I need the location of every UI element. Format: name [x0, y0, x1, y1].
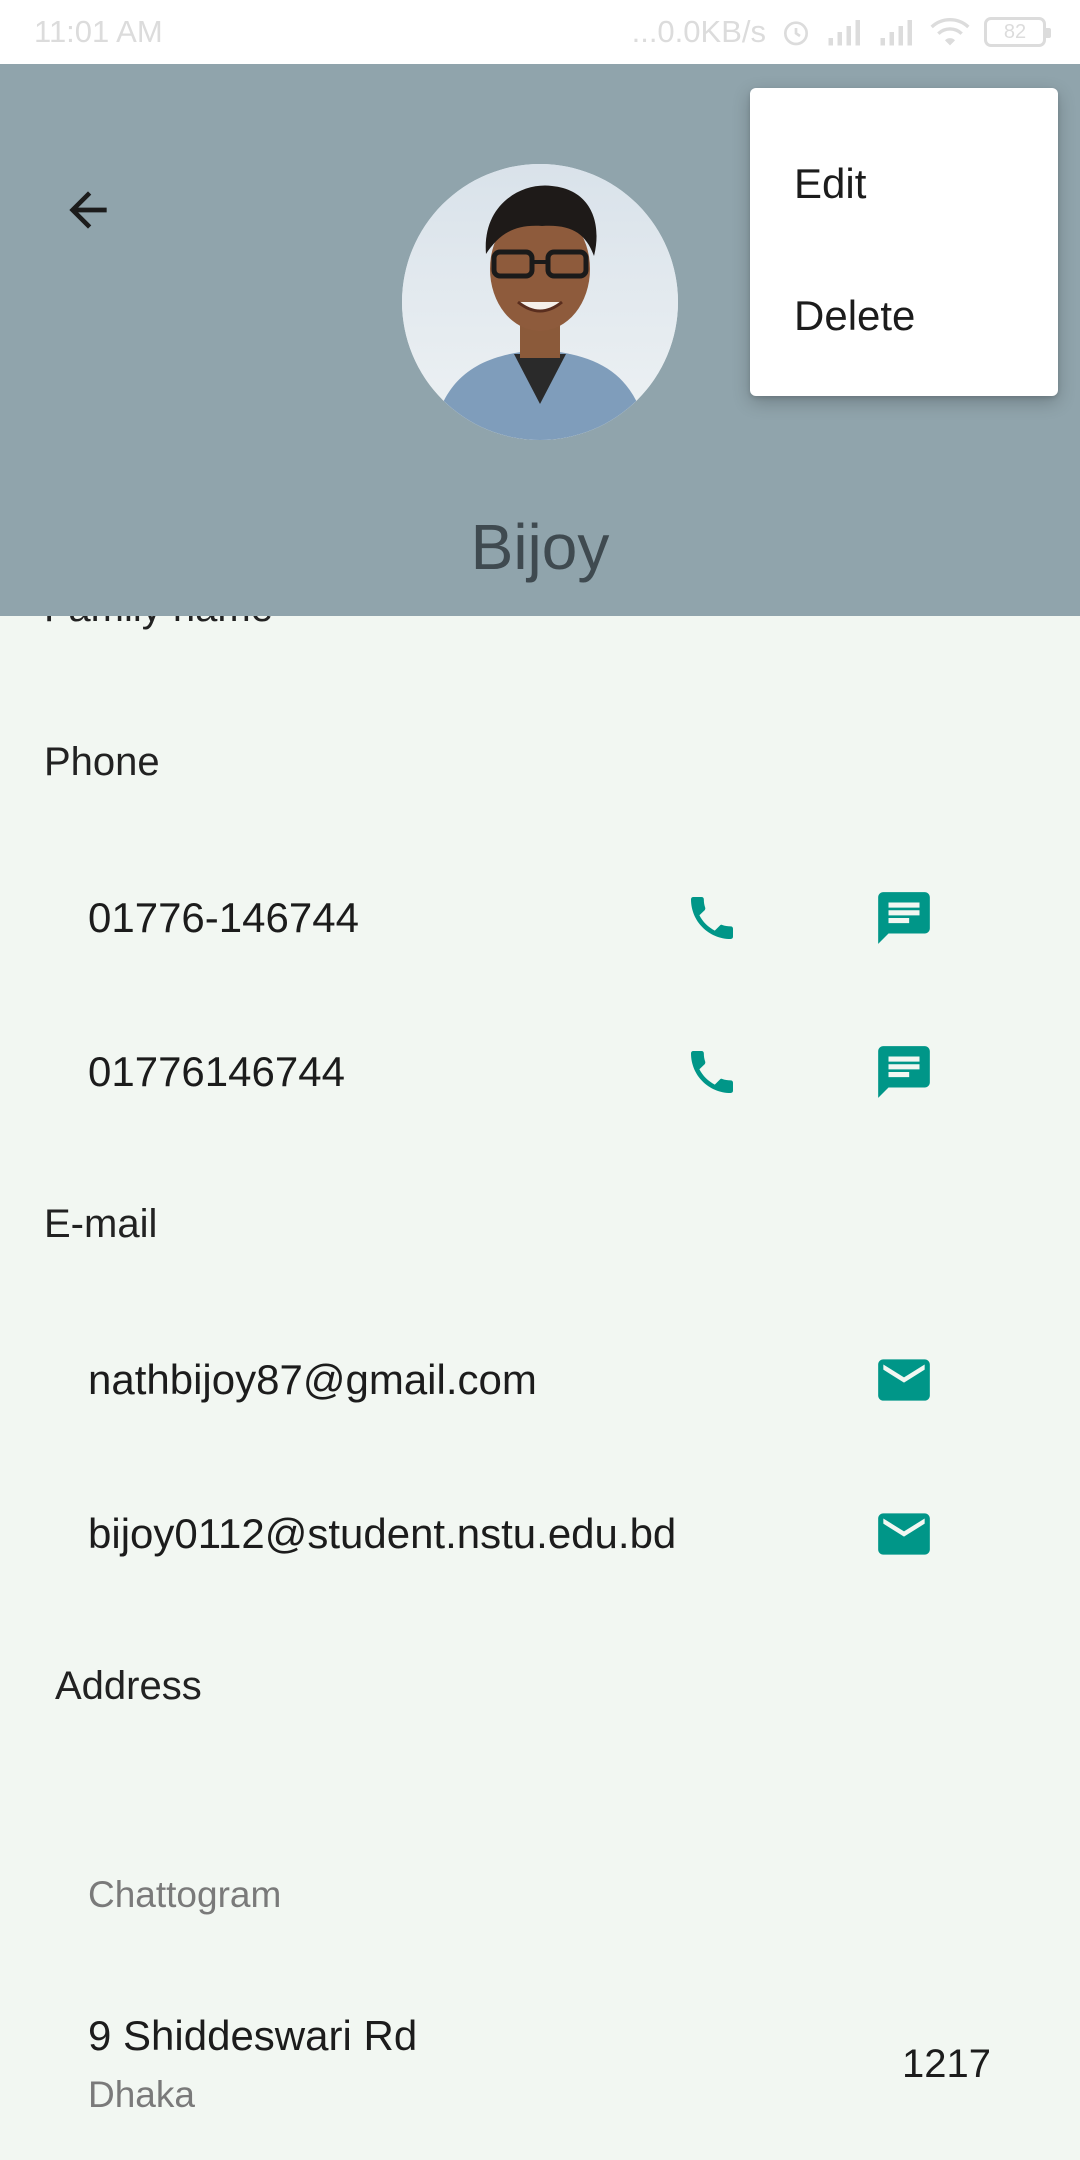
overflow-menu: Edit Delete	[750, 88, 1058, 396]
status-bar: 11:01 AM ...0.0KB/s 82	[0, 0, 1080, 64]
signal-icon	[878, 17, 916, 47]
phone-section-label: Phone	[44, 740, 160, 784]
address-city: Dhaka	[88, 2074, 195, 2115]
phone-number[interactable]: 01776-146744	[88, 894, 359, 942]
menu-item-delete[interactable]: Delete	[750, 250, 1058, 382]
phone-number[interactable]: 01776146744	[88, 1048, 345, 1096]
email-address[interactable]: nathbijoy87@gmail.com	[88, 1356, 537, 1404]
message-icon[interactable]	[864, 878, 944, 958]
wifi-icon	[930, 17, 970, 47]
address-section-label: Address	[55, 1664, 202, 1708]
back-button[interactable]	[52, 176, 124, 248]
email-section-label: E-mail	[44, 1202, 158, 1246]
network-speed: ...0.0KB/s	[631, 14, 766, 49]
status-time: 11:01 AM	[34, 14, 163, 49]
contact-name: Bijoy	[470, 511, 610, 583]
address-street[interactable]: 9 Shiddeswari Rd	[88, 2012, 417, 2060]
address-postcode: 1217	[902, 2042, 991, 2086]
email-icon[interactable]	[864, 1340, 944, 1420]
address-region[interactable]: Chattogram	[88, 1874, 281, 1916]
signal-icon	[826, 17, 864, 47]
avatar[interactable]	[402, 164, 678, 440]
alarm-icon	[780, 16, 812, 48]
menu-item-edit[interactable]: Edit	[750, 118, 1058, 250]
email-address[interactable]: bijoy0112@student.nstu.edu.bd	[88, 1510, 676, 1558]
phone-icon[interactable]	[672, 878, 752, 958]
battery-level: 82	[1003, 20, 1027, 43]
email-icon[interactable]	[864, 1494, 944, 1574]
phone-icon[interactable]	[672, 1032, 752, 1112]
avatar-photo	[402, 164, 678, 440]
contact-detail-screen: 11:01 AM ...0.0KB/s 82 Family name Phone…	[0, 0, 1080, 2160]
battery-icon: 82	[984, 17, 1051, 47]
message-icon[interactable]	[864, 1032, 944, 1112]
status-icons: ...0.0KB/s 82	[631, 14, 1051, 50]
arrow-back-icon	[60, 182, 116, 243]
